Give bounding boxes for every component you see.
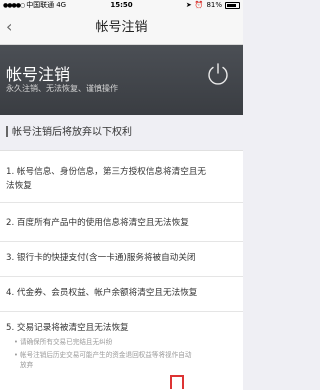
- section-title: 帐号注销后将放弃以下权利: [0, 116, 243, 150]
- section-title-text: 帐号注销后将放弃以下权利: [12, 127, 132, 138]
- confirm-checkbox[interactable]: [170, 375, 184, 389]
- item-text-line: 法恢复: [6, 181, 32, 191]
- item-text-line: 2. 百度所有产品中的使用信息将清空且无法恢复: [6, 218, 189, 228]
- divider: [0, 202, 243, 203]
- hero-banner: 帐号注销 永久注销、无法恢复、谨慎操作: [0, 45, 243, 115]
- hero-subtitle: 永久注销、无法恢复、谨慎操作: [6, 84, 118, 93]
- rights-list: 1. 帐号信息、身份信息，第三方授权信息将清空且无 法恢复 2. 百度所有产品中…: [0, 150, 243, 390]
- item-note: 放弃: [20, 361, 34, 369]
- divider: [0, 311, 243, 312]
- status-right: ➤ ⏰ 81%: [186, 0, 240, 11]
- alarm-icon: ⏰: [194, 1, 204, 9]
- list-item: 5. 交易记录将被清空且无法恢复: [6, 321, 237, 335]
- list-item: 1. 帐号信息、身份信息，第三方授权信息将清空且无 法恢复: [6, 165, 237, 193]
- location-icon: ➤: [185, 1, 192, 9]
- list-item: 2. 百度所有产品中的使用信息将清空且无法恢复: [6, 216, 237, 230]
- item-text-line: 1. 帐号信息、身份信息，第三方授权信息将清空且无: [6, 167, 206, 177]
- divider: [0, 276, 243, 277]
- list-item: 4. 代金券、会员权益、帐户余额将清空且无法恢复: [6, 286, 237, 300]
- item-text-line: 4. 代金券、会员权益、帐户余额将清空且无法恢复: [6, 288, 198, 298]
- battery-percent: 81%: [206, 1, 222, 9]
- divider: [0, 241, 243, 242]
- section-bar: [6, 125, 8, 137]
- item-note: • 帐号注销后历史交易可能产生的资金退回权益等将视作自动: [14, 351, 192, 359]
- nav-bar: ‹ 帐号注销: [0, 11, 243, 45]
- list-item: 3. 银行卡的快捷支付(含一卡通)服务将被自动关闭: [6, 251, 237, 265]
- item-text-line: 3. 银行卡的快捷支付(含一卡通)服务将被自动关闭: [6, 253, 196, 263]
- item-note: • 请确保所有交易已完结且无纠纷: [14, 338, 113, 346]
- item-text-line: 5. 交易记录将被清空且无法恢复: [6, 323, 129, 333]
- hero-title: 帐号注销: [6, 65, 71, 84]
- battery-icon: [225, 2, 240, 9]
- status-bar: ●●●●○ 中国联通 4G 15:50 ➤ ⏰ 81%: [0, 0, 243, 11]
- page-title: 帐号注销: [95, 20, 148, 35]
- power-icon: [208, 63, 228, 85]
